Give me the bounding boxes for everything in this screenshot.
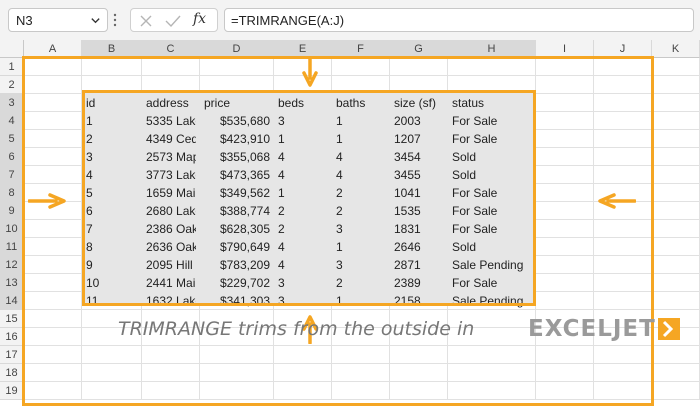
formula-text: =TRIMRANGE(A:J) [231, 13, 345, 28]
select-all-corner[interactable] [0, 40, 24, 58]
name-box-value: N3 [16, 13, 33, 28]
left-arrow-icon [598, 193, 636, 209]
row-header-5[interactable]: 5 [0, 130, 24, 148]
formula-bar: N3 fx =TRIMRANGE(A:J) [0, 0, 700, 40]
row-header-8[interactable]: 8 [0, 184, 24, 202]
right-arrow-icon [28, 193, 66, 209]
column-header-k[interactable]: K [652, 40, 700, 58]
more-options-icon[interactable] [113, 12, 117, 28]
row-header-4[interactable]: 4 [0, 112, 24, 130]
row-header-19[interactable]: 19 [0, 382, 24, 400]
row-header-14[interactable]: 14 [0, 292, 24, 310]
logo-text: EXCELJET [528, 316, 656, 342]
row-header-9[interactable]: 9 [0, 202, 24, 220]
row-header-2[interactable]: 2 [0, 76, 24, 94]
formula-buttons: fx [130, 8, 218, 32]
row-header-15[interactable]: 15 [0, 310, 24, 328]
cancel-icon[interactable] [139, 14, 153, 28]
row-header-7[interactable]: 7 [0, 166, 24, 184]
formula-input[interactable]: =TRIMRANGE(A:J) [224, 8, 694, 32]
insert-function-button[interactable]: fx [193, 11, 206, 27]
logo-mark-icon [658, 318, 680, 340]
row-header-13[interactable]: 13 [0, 274, 24, 292]
row-header-16[interactable]: 16 [0, 328, 24, 346]
caption-text: TRIMRANGE trims from the outside in [118, 318, 475, 340]
row-header-3[interactable]: 3 [0, 94, 24, 112]
row-header-1[interactable]: 1 [0, 58, 24, 76]
row-header-12[interactable]: 12 [0, 256, 24, 274]
spreadsheet-grid[interactable]: A B C D E F G H I J K 1 2 3 4 5 6 7 8 9 10 11 12 13 14 15 16 17 18 19… [0, 40, 700, 406]
row-header-17[interactable]: 17 [0, 346, 24, 364]
row-header-18[interactable]: 18 [0, 364, 24, 382]
row-header-11[interactable]: 11 [0, 238, 24, 256]
name-box[interactable]: N3 [8, 8, 108, 32]
row-header-10[interactable]: 10 [0, 220, 24, 238]
enter-icon[interactable] [165, 14, 181, 28]
row-header-6[interactable]: 6 [0, 148, 24, 166]
chevron-down-icon[interactable] [90, 15, 101, 26]
down-arrow-icon [302, 58, 318, 87]
full-range-highlight [22, 56, 654, 406]
